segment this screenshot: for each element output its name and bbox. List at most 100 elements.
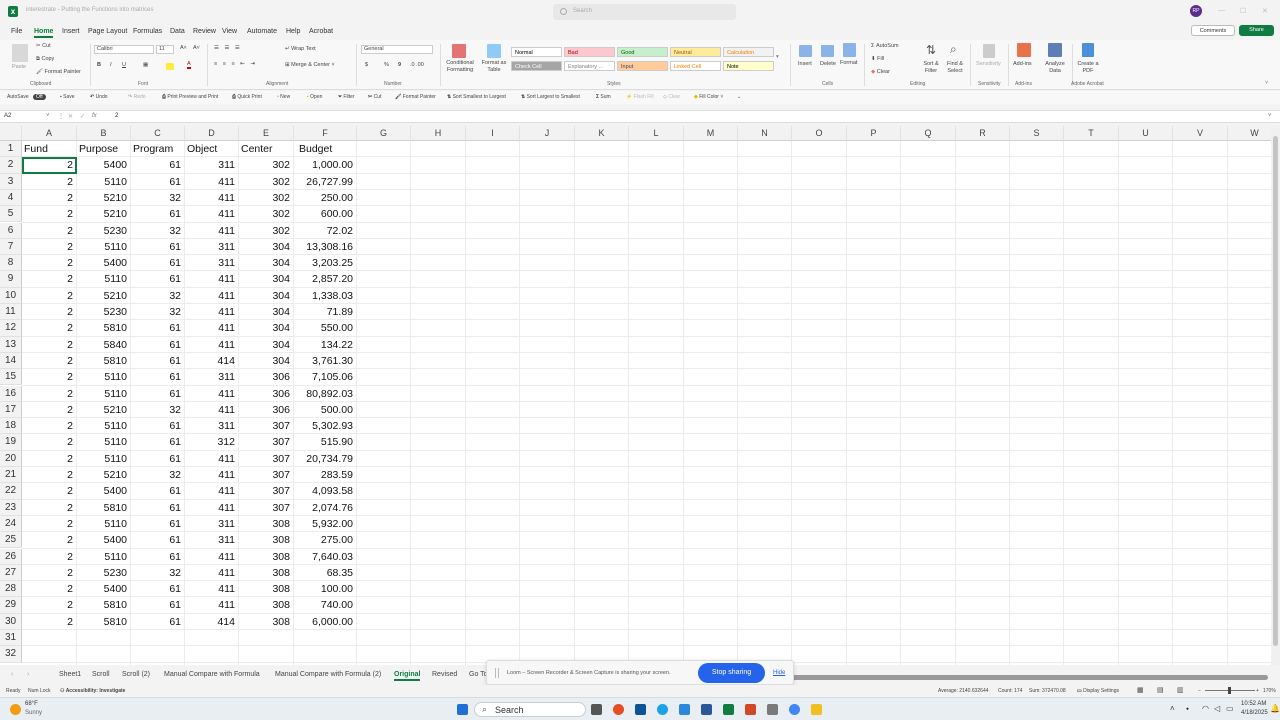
- cell-program[interactable]: 61: [131, 239, 185, 255]
- cell-center[interactable]: 302: [239, 174, 294, 190]
- cell-object[interactable]: 411: [185, 500, 239, 516]
- cell-purpose[interactable]: 5110: [77, 174, 131, 190]
- row-header-8[interactable]: 8: [0, 255, 22, 272]
- row-header-15[interactable]: 15: [0, 369, 22, 386]
- cell-fund[interactable]: 2: [22, 516, 77, 532]
- cell-object[interactable]: 411: [185, 223, 239, 239]
- zoom-level[interactable]: 170%: [1263, 688, 1276, 694]
- cell-fund[interactable]: 2: [22, 369, 77, 385]
- column-header-e[interactable]: E: [239, 126, 294, 141]
- cell-fund[interactable]: 2: [22, 353, 77, 369]
- cell-program[interactable]: 61: [131, 483, 185, 499]
- cell-purpose[interactable]: 5110: [77, 369, 131, 385]
- cell-fund[interactable]: 2: [22, 288, 77, 304]
- cell-center[interactable]: 308: [239, 532, 294, 548]
- cell-program[interactable]: 61: [131, 532, 185, 548]
- find-select-button[interactable]: Find & Select: [944, 61, 966, 75]
- column-header-h[interactable]: H: [411, 126, 466, 141]
- cell-program[interactable]: 61: [131, 500, 185, 516]
- cell-budget[interactable]: 134.22: [294, 337, 357, 353]
- format-cells-button[interactable]: Format: [840, 60, 857, 66]
- formula-input[interactable]: 2: [115, 113, 118, 119]
- column-header-c[interactable]: C: [131, 126, 185, 141]
- column-header-w[interactable]: W: [1228, 126, 1271, 141]
- conditional-formatting-button[interactable]: Conditional Formatting: [443, 60, 477, 74]
- cell-purpose[interactable]: 5400: [77, 483, 131, 499]
- cell-program[interactable]: 61: [131, 369, 185, 385]
- column-header-i[interactable]: I: [466, 126, 520, 141]
- cell-budget[interactable]: 72.02: [294, 223, 357, 239]
- maximize-icon[interactable]: ☐: [1240, 7, 1246, 15]
- cell-purpose[interactable]: 5400: [77, 157, 131, 173]
- cell-fund[interactable]: 2: [22, 549, 77, 565]
- clock-date[interactable]: 4/18/2025: [1241, 710, 1268, 716]
- cell-fund[interactable]: 2: [22, 418, 77, 434]
- cell-fund[interactable]: 2: [22, 320, 77, 336]
- cell-object[interactable]: 411: [185, 386, 239, 402]
- row-header-24[interactable]: 24: [0, 515, 22, 533]
- row-header-32[interactable]: 32: [0, 646, 22, 663]
- accessibility-status[interactable]: ⚇ Accessibility: Investigate: [60, 688, 125, 694]
- cell-program[interactable]: 61: [131, 386, 185, 402]
- open-button[interactable]: ▪ Open: [307, 94, 322, 100]
- cell-program[interactable]: 61: [131, 549, 185, 565]
- row-header-29[interactable]: 29: [0, 597, 22, 614]
- clear-qat-button[interactable]: ◇ Clear: [663, 94, 680, 100]
- row-header-6[interactable]: 6: [0, 222, 22, 239]
- cell-budget[interactable]: 3,203.25: [294, 255, 357, 271]
- header-cell-budget[interactable]: Budget: [299, 141, 332, 157]
- column-header-t[interactable]: T: [1064, 126, 1119, 141]
- font-name-select[interactable]: Calibri: [94, 45, 154, 54]
- cell-object[interactable]: 311: [185, 157, 239, 173]
- cell-budget[interactable]: 600.00: [294, 206, 357, 222]
- currency-button[interactable]: $: [365, 62, 368, 68]
- cut-qat-button[interactable]: ✂ Cut: [368, 94, 381, 100]
- normal-view-icon[interactable]: ▦: [1137, 686, 1144, 694]
- cell-budget[interactable]: 1,338.03: [294, 288, 357, 304]
- column-header-u[interactable]: U: [1119, 126, 1173, 141]
- cell-object[interactable]: 411: [185, 549, 239, 565]
- column-header-b[interactable]: B: [77, 126, 131, 141]
- cell-fund[interactable]: 2: [22, 223, 77, 239]
- cell-budget[interactable]: 275.00: [294, 532, 357, 548]
- cell-center[interactable]: 304: [239, 271, 294, 287]
- row-header-30[interactable]: 30: [0, 613, 22, 630]
- column-header-d[interactable]: D: [185, 126, 239, 141]
- notification-icon[interactable]: 🔔: [1270, 704, 1280, 713]
- cell-style-bad[interactable]: Bad: [564, 47, 615, 57]
- cell-program[interactable]: 32: [131, 190, 185, 206]
- sheet-tab-scroll-2[interactable]: Scroll (2): [122, 671, 150, 678]
- battery-icon[interactable]: ▭: [1226, 704, 1234, 713]
- sort-asc-button[interactable]: ⇅ Sort Smallest to Largest: [447, 94, 506, 100]
- format-painter-button[interactable]: 🖌 Format Painter: [36, 69, 81, 75]
- row-header-7[interactable]: 7: [0, 238, 22, 256]
- cell-center[interactable]: 302: [239, 190, 294, 206]
- collapse-ribbon-icon[interactable]: ˅: [1265, 80, 1268, 86]
- cell-purpose[interactable]: 5210: [77, 467, 131, 483]
- customize-qat-icon[interactable]: ⌄: [737, 94, 741, 100]
- cell-program[interactable]: 61: [131, 597, 185, 613]
- cell-object[interactable]: 311: [185, 369, 239, 385]
- cell-budget[interactable]: 4,093.58: [294, 483, 357, 499]
- cell-object[interactable]: 414: [185, 614, 239, 630]
- cell-object[interactable]: 311: [185, 418, 239, 434]
- cell-budget[interactable]: 550.00: [294, 320, 357, 336]
- column-header-m[interactable]: M: [684, 126, 738, 141]
- font-color-icon[interactable]: A: [187, 61, 191, 69]
- column-header-p[interactable]: P: [847, 126, 901, 141]
- cell-object[interactable]: 411: [185, 190, 239, 206]
- search-box[interactable]: Search: [553, 4, 736, 20]
- cell-budget[interactable]: 1,000.00: [294, 157, 357, 173]
- cell-budget[interactable]: 26,727.99: [294, 174, 357, 190]
- header-cell-program[interactable]: Program: [133, 141, 173, 157]
- cell-object[interactable]: 414: [185, 353, 239, 369]
- copy-button[interactable]: ⧉ Copy: [36, 56, 54, 63]
- vertical-scrollbar[interactable]: [1271, 126, 1280, 665]
- cell-budget[interactable]: 6,000.00: [294, 614, 357, 630]
- cell-program[interactable]: 32: [131, 288, 185, 304]
- cell-object[interactable]: 411: [185, 206, 239, 222]
- cell-purpose[interactable]: 5210: [77, 190, 131, 206]
- cancel-icon[interactable]: ✕: [68, 113, 73, 120]
- header-cell-center[interactable]: Center: [241, 141, 273, 157]
- select-all-corner[interactable]: [0, 126, 22, 141]
